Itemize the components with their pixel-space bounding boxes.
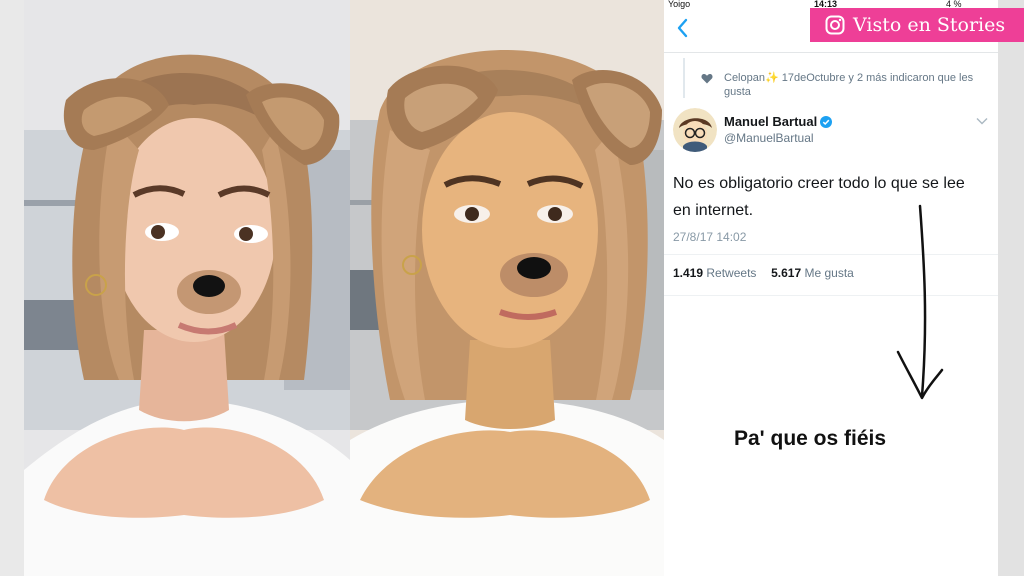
author-name[interactable]: Manuel Bartual [724,114,817,129]
tweet-timestamp: 27/8/17 14:02 [673,230,747,244]
tweet-stats: 1.419 Retweets 5.617 Me gusta [673,266,854,280]
chevron-left-icon[interactable] [676,18,688,38]
twitter-screenshot: Yoigo 14:13 4 % Celopan✨ 17deOctubre y 2… [664,0,998,576]
likes-label[interactable]: Me gusta [804,266,853,280]
retweets-label[interactable]: Retweets [706,266,756,280]
chevron-down-icon[interactable] [976,117,988,125]
stats-divider [664,254,998,255]
heart-icon [701,74,713,84]
like-activity[interactable]: Celopan✨ 17deOctubre y 2 más indicaron q… [701,71,990,99]
story-caption: Pa' que os fiéis [734,427,887,450]
like-activity-text: Celopan✨ 17deOctubre y 2 más indicaron q… [724,72,974,98]
hand-drawn-arrow-icon [896,204,944,400]
verified-badge-icon [820,116,832,128]
nav-divider [664,52,998,53]
likes-count[interactable]: 5.617 [771,266,801,280]
author-handle[interactable]: @ManuelBartual [724,131,814,145]
carrier-label: Yoigo [668,0,691,9]
selfie-photo-middle [350,0,664,576]
retweets-count[interactable]: 1.419 [673,266,703,280]
avatar[interactable] [673,108,717,152]
stats-divider [664,295,998,296]
visto-en-stories-badge: Visto en Stories [810,8,1024,42]
badge-label: Visto en Stories [853,14,1006,36]
instagram-icon [825,15,845,35]
thread-line [683,58,685,98]
selfie-photo-left [24,0,350,576]
